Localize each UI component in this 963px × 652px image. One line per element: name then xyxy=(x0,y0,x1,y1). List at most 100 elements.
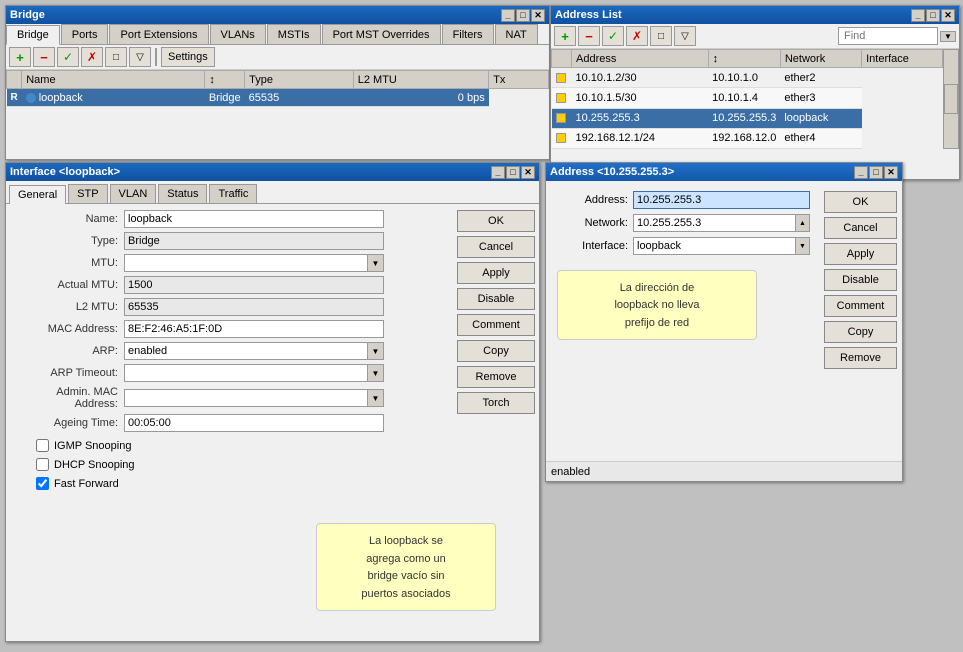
network-spin-up[interactable]: ▲ xyxy=(796,214,810,232)
tab-filters[interactable]: Filters xyxy=(442,24,494,44)
ad-minimize-btn[interactable]: _ xyxy=(854,166,868,179)
maximize-btn[interactable]: □ xyxy=(516,9,530,22)
igmp-checkbox[interactable] xyxy=(36,439,49,452)
disable-button-tb[interactable]: ✗ xyxy=(81,47,103,67)
addr-apply-btn[interactable]: Apply xyxy=(824,243,897,265)
addr-tooltip-text: La dirección de loopback no lleva prefij… xyxy=(614,282,699,329)
table-row[interactable]: 10.10.1.5/30 10.10.1.4 ether3 xyxy=(552,88,943,108)
tab-ports[interactable]: Ports xyxy=(61,24,109,44)
remove-button-if[interactable]: Remove xyxy=(457,366,535,388)
if-close-btn[interactable]: ✕ xyxy=(521,166,535,179)
table-row[interactable]: 10.10.1.2/30 10.10.1.0 ether2 xyxy=(552,68,943,88)
comment-button[interactable]: Comment xyxy=(457,314,535,336)
arp-row: ARP: ▼ xyxy=(6,342,449,360)
col-tx[interactable]: Tx xyxy=(489,71,549,89)
table-row[interactable]: R loopback Bridge 65535 0 bps xyxy=(7,89,549,107)
al-filter-btn[interactable]: ▽ xyxy=(674,26,696,46)
ad-maximize-btn[interactable]: □ xyxy=(869,166,883,179)
if-tab-stp[interactable]: STP xyxy=(68,184,107,203)
addr-copy-btn[interactable]: Copy xyxy=(824,321,897,343)
al-add-btn[interactable]: + xyxy=(554,26,576,46)
al-disable-btn[interactable]: ✗ xyxy=(626,26,648,46)
find-input[interactable] xyxy=(838,27,938,45)
arp-input[interactable] xyxy=(124,342,368,360)
table-scrollbar[interactable] xyxy=(943,49,959,149)
al-col-interface[interactable]: Interface xyxy=(862,50,943,68)
filter-button[interactable]: ▽ xyxy=(129,47,151,67)
if-tab-vlan[interactable]: VLAN xyxy=(110,184,157,203)
table-row[interactable]: 192.168.12.1/24 192.168.12.0 ether4 xyxy=(552,128,943,148)
mtu-dropdown-arrow[interactable]: ▼ xyxy=(368,254,384,272)
al-copy-btn[interactable]: □ xyxy=(650,26,672,46)
addr-remove-btn[interactable]: Remove xyxy=(824,347,897,369)
if-tab-status[interactable]: Status xyxy=(158,184,207,203)
addr-ok-btn[interactable]: OK xyxy=(824,191,897,213)
mtu-input[interactable] xyxy=(124,254,368,272)
al-maximize-btn[interactable]: □ xyxy=(926,9,940,22)
actual-mtu-input xyxy=(124,276,384,294)
copy-button[interactable]: Copy xyxy=(457,340,535,362)
dhcp-checkbox[interactable] xyxy=(36,458,49,471)
scroll-down-btn[interactable]: ▼ xyxy=(940,31,956,42)
al-col-sort[interactable]: ↕ xyxy=(708,50,780,68)
enable-button[interactable]: ✓ xyxy=(57,47,79,67)
name-input[interactable] xyxy=(124,210,384,228)
copy-button-tb[interactable]: □ xyxy=(105,47,127,67)
col-type[interactable]: Type xyxy=(245,71,354,89)
close-btn[interactable]: ✕ xyxy=(531,9,545,22)
add-button[interactable]: + xyxy=(9,47,31,67)
torch-button[interactable]: Torch xyxy=(457,392,535,414)
if-tab-traffic[interactable]: Traffic xyxy=(209,184,257,203)
arp-dropdown-arrow[interactable]: ▼ xyxy=(368,342,384,360)
tab-mstis[interactable]: MSTIs xyxy=(267,24,321,44)
addr-disable-btn[interactable]: Disable xyxy=(824,269,897,291)
if-tab-general[interactable]: General xyxy=(9,185,66,204)
cancel-button[interactable]: Cancel xyxy=(457,236,535,258)
if-minimize-btn[interactable]: _ xyxy=(491,166,505,179)
al-minimize-btn[interactable]: _ xyxy=(911,9,925,22)
al-col-network[interactable]: Network xyxy=(780,50,861,68)
addr-cancel-btn[interactable]: Cancel xyxy=(824,217,897,239)
addr-interface-label: Interface: xyxy=(558,240,633,252)
tab-port-mst[interactable]: Port MST Overrides xyxy=(322,24,441,44)
l2mtu-row: L2 MTU: xyxy=(6,298,449,316)
interface-dropdown-arrow[interactable]: ▼ xyxy=(796,237,810,255)
col-l2mtu[interactable]: L2 MTU xyxy=(353,71,488,89)
arp-timeout-input[interactable] xyxy=(124,364,368,382)
apply-button[interactable]: Apply xyxy=(457,262,535,284)
tab-vlans[interactable]: VLANs xyxy=(210,24,266,44)
if-maximize-btn[interactable]: □ xyxy=(506,166,520,179)
tab-bridge[interactable]: Bridge xyxy=(6,25,60,45)
al-close-btn[interactable]: ✕ xyxy=(941,9,955,22)
arp-timeout-arrow[interactable]: ▼ xyxy=(368,364,384,382)
addr-address-input[interactable] xyxy=(633,191,810,209)
addr-network-input[interactable] xyxy=(633,214,796,232)
loopback-tooltip: La loopback se agrega como un bridge vac… xyxy=(316,523,496,611)
admin-mac-arrow[interactable]: ▼ xyxy=(368,389,384,407)
al-remove-btn[interactable]: − xyxy=(578,26,600,46)
remove-button[interactable]: − xyxy=(33,47,55,67)
ad-close-btn[interactable]: ✕ xyxy=(884,166,898,179)
tab-port-extensions[interactable]: Port Extensions xyxy=(109,24,208,44)
minimize-btn[interactable]: _ xyxy=(501,9,515,22)
disable-button[interactable]: Disable xyxy=(457,288,535,310)
al-col-address[interactable]: Address xyxy=(572,50,709,68)
table-row[interactable]: 10.255.255.3 10.255.255.3 loopback xyxy=(552,108,943,128)
al-enable-btn[interactable]: ✓ xyxy=(602,26,624,46)
fast-forward-row: Fast Forward xyxy=(6,474,449,493)
addr-list-toolbar: + − ✓ ✗ □ ▽ ▼ xyxy=(551,24,959,49)
addr-comment-btn[interactable]: Comment xyxy=(824,295,897,317)
admin-mac-input[interactable] xyxy=(124,389,368,407)
mac-input[interactable] xyxy=(124,320,384,338)
col-name[interactable]: Name xyxy=(22,71,205,89)
addr-list-titlebar: Address List _ □ ✕ xyxy=(551,6,959,24)
fast-forward-checkbox[interactable] xyxy=(36,477,49,490)
col-sort[interactable]: ↕ xyxy=(205,71,245,89)
ageing-input[interactable] xyxy=(124,414,384,432)
tab-nat[interactable]: NAT xyxy=(495,24,538,44)
type-row: Type: xyxy=(6,232,449,250)
l2mtu-input xyxy=(124,298,384,316)
settings-button[interactable]: Settings xyxy=(161,47,215,67)
ok-button[interactable]: OK xyxy=(457,210,535,232)
addr-interface-input[interactable] xyxy=(633,237,796,255)
